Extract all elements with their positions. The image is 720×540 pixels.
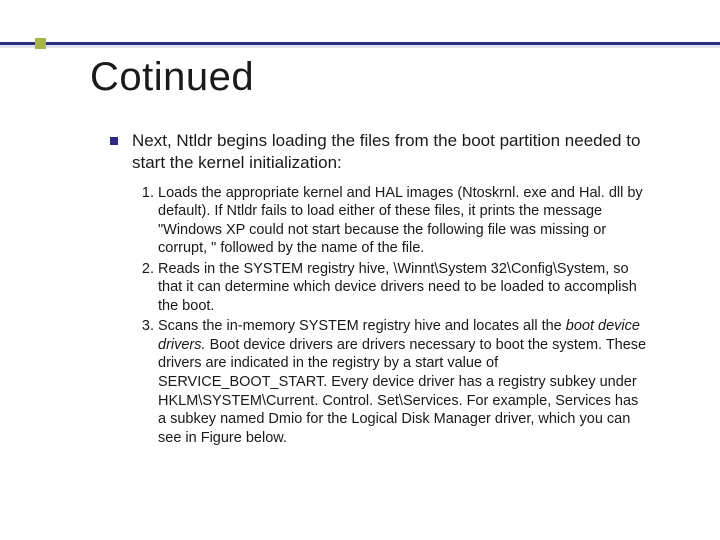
step-text-post: Boot device drivers are drivers necessar…	[158, 337, 646, 446]
header-divider	[0, 42, 720, 45]
list-item: Scans the in-memory SYSTEM registry hive…	[158, 317, 650, 447]
list-item: Loads the appropriate kernel and HAL ima…	[158, 184, 650, 258]
accent-square-icon	[35, 38, 46, 49]
list-item: Reads in the SYSTEM registry hive, \Winn…	[158, 260, 650, 316]
slide-body: Next, Ntldr begins loading the files fro…	[110, 130, 650, 449]
square-bullet-icon	[110, 137, 118, 145]
lead-text: Next, Ntldr begins loading the files fro…	[132, 131, 640, 172]
lead-bullet: Next, Ntldr begins loading the files fro…	[110, 130, 650, 174]
slide-title: Cotinued	[90, 55, 254, 100]
ordered-steps: Loads the appropriate kernel and HAL ima…	[110, 184, 650, 448]
slide: Cotinued Next, Ntldr begins loading the …	[0, 0, 720, 540]
step-text: Reads in the SYSTEM registry hive, \Winn…	[158, 261, 637, 314]
step-text: Loads the appropriate kernel and HAL ima…	[158, 185, 643, 257]
step-text-pre: Scans the in-memory SYSTEM registry hive…	[158, 318, 566, 334]
